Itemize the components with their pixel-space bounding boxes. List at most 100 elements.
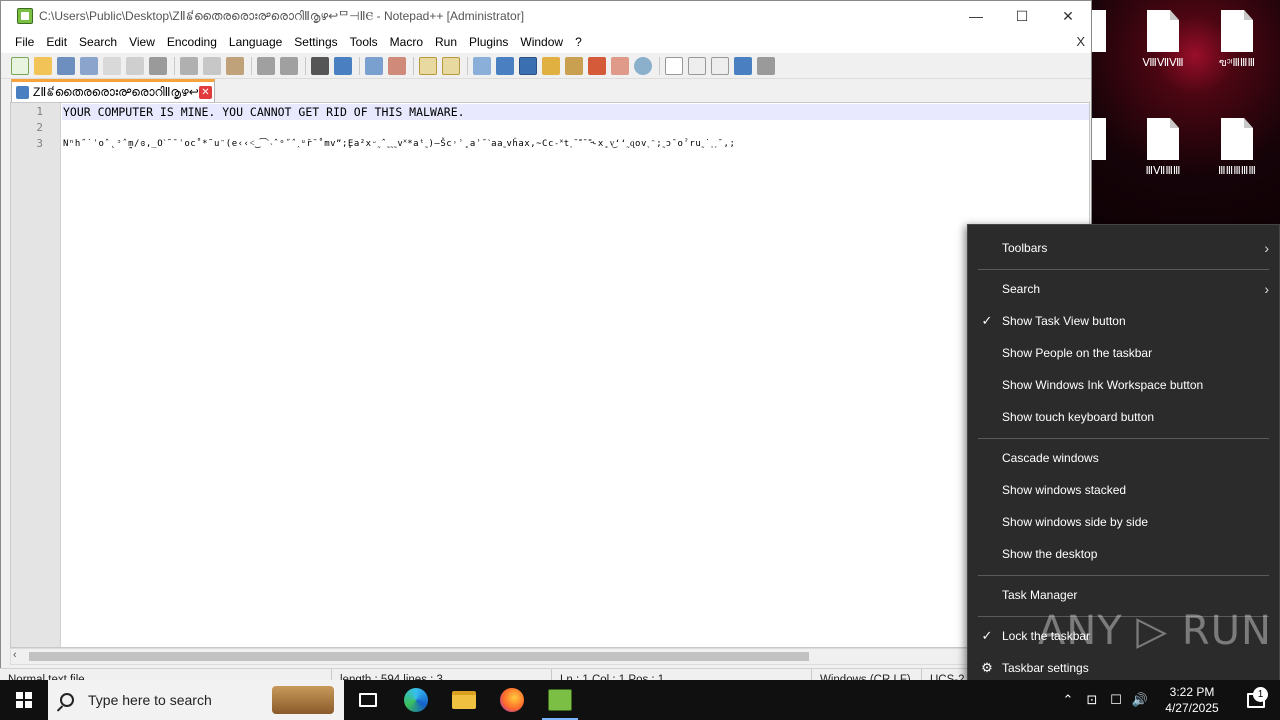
save-all-icon[interactable]	[80, 56, 98, 75]
new-file-icon[interactable]	[11, 56, 29, 75]
menu-window[interactable]: Window	[514, 35, 569, 49]
scroll-left-icon[interactable]: ‹	[13, 649, 17, 661]
menu-separator	[978, 616, 1269, 617]
desktop-file-icon[interactable]: ⅧⅦⅧ	[1127, 8, 1199, 98]
redo-icon[interactable]	[280, 56, 298, 75]
menu-item-show-touch-keyboard[interactable]: Show touch keyboard button	[968, 402, 1279, 432]
show-all-characters-icon[interactable]	[496, 56, 514, 75]
function-list-icon[interactable]	[565, 56, 583, 75]
menu-item-cascade-windows[interactable]: Cascade windows	[968, 443, 1279, 473]
open-folder-icon[interactable]	[611, 56, 629, 75]
editor-area[interactable]: 1 2 3 YOUR COMPUTER IS MINE. YOU CANNOT …	[10, 102, 1090, 648]
menu-view[interactable]: View	[123, 35, 161, 49]
menu-bar: File Edit Search View Encoding Language …	[1, 31, 1091, 53]
sync-horizontal-icon[interactable]	[442, 56, 460, 75]
taskbar-file-explorer[interactable]	[440, 680, 488, 720]
menu-plugins[interactable]: Plugins	[463, 35, 514, 49]
menu-item-search[interactable]: Search ›	[968, 274, 1279, 304]
menu-item-task-manager[interactable]: Task Manager	[968, 580, 1279, 610]
cut-icon[interactable]	[180, 56, 198, 75]
tab-bar: ZⅡ៩തൈരരൊഃ൙രൊറിⅡരൃഴ↩ᄆ⊣Ⅱ ✕	[1, 79, 1091, 103]
horizontal-scrollbar[interactable]: ‹	[10, 648, 1090, 665]
save-macro-icon[interactable]	[757, 56, 775, 75]
run-macro-multiple-icon[interactable]	[734, 56, 752, 75]
open-file-icon[interactable]	[34, 56, 52, 75]
menu-item-show-people[interactable]: Show People on the taskbar	[968, 338, 1279, 368]
menu-settings[interactable]: Settings	[288, 35, 343, 49]
display-icon[interactable]: ☐	[1104, 692, 1128, 708]
menu-tools[interactable]: Tools	[344, 35, 384, 49]
notepadpp-app-icon[interactable]	[17, 8, 33, 24]
menu-run[interactable]: Run	[429, 35, 463, 49]
menu-item-lock-taskbar[interactable]: ✓ Lock the taskbar	[968, 621, 1279, 651]
clock[interactable]: 3:22 PM 4/27/2025	[1152, 684, 1232, 716]
folder-workspace-icon[interactable]	[588, 56, 606, 75]
menu-item-taskbar-settings[interactable]: ⚙ Taskbar settings	[968, 653, 1279, 683]
zoom-in-icon[interactable]	[365, 56, 383, 75]
menu-item-windows-side-by-side[interactable]: Show windows side by side	[968, 507, 1279, 537]
replace-icon[interactable]	[334, 56, 352, 75]
action-center-button[interactable]: 1	[1232, 686, 1280, 708]
menu-item-label: Search	[1002, 282, 1041, 296]
close-file-icon[interactable]	[103, 56, 121, 75]
stop-macro-icon[interactable]	[688, 56, 706, 75]
show-hidden-icons-icon[interactable]: ⌃	[1056, 692, 1080, 708]
notification-badge: 1	[1253, 686, 1268, 702]
toolbar-separator	[659, 56, 660, 75]
menu-macro[interactable]: Macro	[384, 35, 429, 49]
zoom-out-icon[interactable]	[388, 56, 406, 75]
indent-guide-icon[interactable]	[519, 56, 537, 75]
menu-item-show-task-view[interactable]: ✓ Show Task View button	[968, 306, 1279, 336]
copy-icon[interactable]	[203, 56, 221, 75]
taskbar-firefox[interactable]	[488, 680, 536, 720]
search-icon	[60, 693, 74, 707]
scrollbar-thumb[interactable]	[29, 652, 809, 661]
save-icon[interactable]	[57, 56, 75, 75]
taskbar-search-box[interactable]: Type here to search	[48, 680, 344, 720]
menu-item-toolbars[interactable]: Toolbars ›	[968, 233, 1279, 263]
minimize-button[interactable]: —	[953, 1, 999, 31]
word-wrap-icon[interactable]	[473, 56, 491, 75]
desktop-file-icon[interactable]	[1092, 8, 1106, 98]
code-line-2[interactable]	[62, 120, 1089, 136]
save-state-icon	[16, 86, 29, 99]
play-macro-icon[interactable]	[711, 56, 729, 75]
taskbar-edge[interactable]	[392, 680, 440, 720]
desktop-file-icon[interactable]	[1092, 116, 1106, 206]
volume-icon[interactable]: 🔊	[1128, 692, 1152, 708]
monitoring-icon[interactable]	[634, 56, 652, 75]
code-line-1[interactable]: YOUR COMPUTER IS MINE. YOU CANNOT GET RI…	[62, 104, 1089, 120]
close-all-icon[interactable]	[126, 56, 144, 75]
sync-vertical-icon[interactable]	[419, 56, 437, 75]
desktop-file-icon[interactable]: ⅢⅦⅢⅢ	[1127, 116, 1199, 206]
task-view-button[interactable]	[344, 680, 392, 720]
menu-search[interactable]: Search	[73, 35, 123, 49]
title-bar[interactable]: C:\Users\Public\Desktop\ZⅡ៩തൈരരൊഃ൙രൊറിⅡര…	[1, 1, 1091, 31]
record-macro-icon[interactable]	[665, 56, 683, 75]
close-document-button[interactable]: X	[1076, 34, 1085, 49]
menu-file[interactable]: File	[9, 35, 40, 49]
undo-icon[interactable]	[257, 56, 275, 75]
menu-edit[interactable]: Edit	[40, 35, 73, 49]
find-icon[interactable]	[311, 56, 329, 75]
code-line-3[interactable]: Nⁿh˝˙ˈoˆ˛ᵓˆm̪/ɞ,̲Oˋ˜ˉˈoc˚*˜uᵔ(e‹‹˂‿͡ˋ˴ˆᵒ…	[62, 136, 1089, 152]
network-icon[interactable]: ⊡	[1080, 692, 1104, 708]
menu-language[interactable]: Language	[223, 35, 288, 49]
menu-item-show-ink-workspace[interactable]: Show Windows Ink Workspace button	[968, 370, 1279, 400]
paste-icon[interactable]	[226, 56, 244, 75]
document-map-icon[interactable]	[542, 56, 560, 75]
tab-close-icon[interactable]: ✕	[199, 86, 212, 99]
desktop-file-icon[interactable]: ⅢⅢⅢⅢⅢ	[1201, 116, 1273, 206]
maximize-button[interactable]: ☐	[999, 1, 1045, 31]
close-button[interactable]: ✕	[1045, 1, 1091, 31]
tab-document[interactable]: ZⅡ៩തൈരരൊഃ൙രൊറിⅡരൃഴ↩ᄆ⊣Ⅱ ✕	[11, 79, 215, 103]
print-icon[interactable]	[149, 56, 167, 75]
taskbar-notepadpp[interactable]	[536, 680, 584, 720]
menu-encoding[interactable]: Encoding	[161, 35, 223, 49]
menu-help[interactable]: ?	[569, 35, 588, 49]
menu-item-windows-stacked[interactable]: Show windows stacked	[968, 475, 1279, 505]
start-button[interactable]	[0, 680, 48, 720]
desktop-file-icon[interactable]: ฃᵓᶦⅢⅢⅢ	[1201, 8, 1273, 98]
menu-item-show-desktop[interactable]: Show the desktop	[968, 539, 1279, 569]
taskbar[interactable]: Type here to search ⌃ ⊡ ☐ 🔊 3:22 PM 4/27…	[0, 680, 1280, 720]
